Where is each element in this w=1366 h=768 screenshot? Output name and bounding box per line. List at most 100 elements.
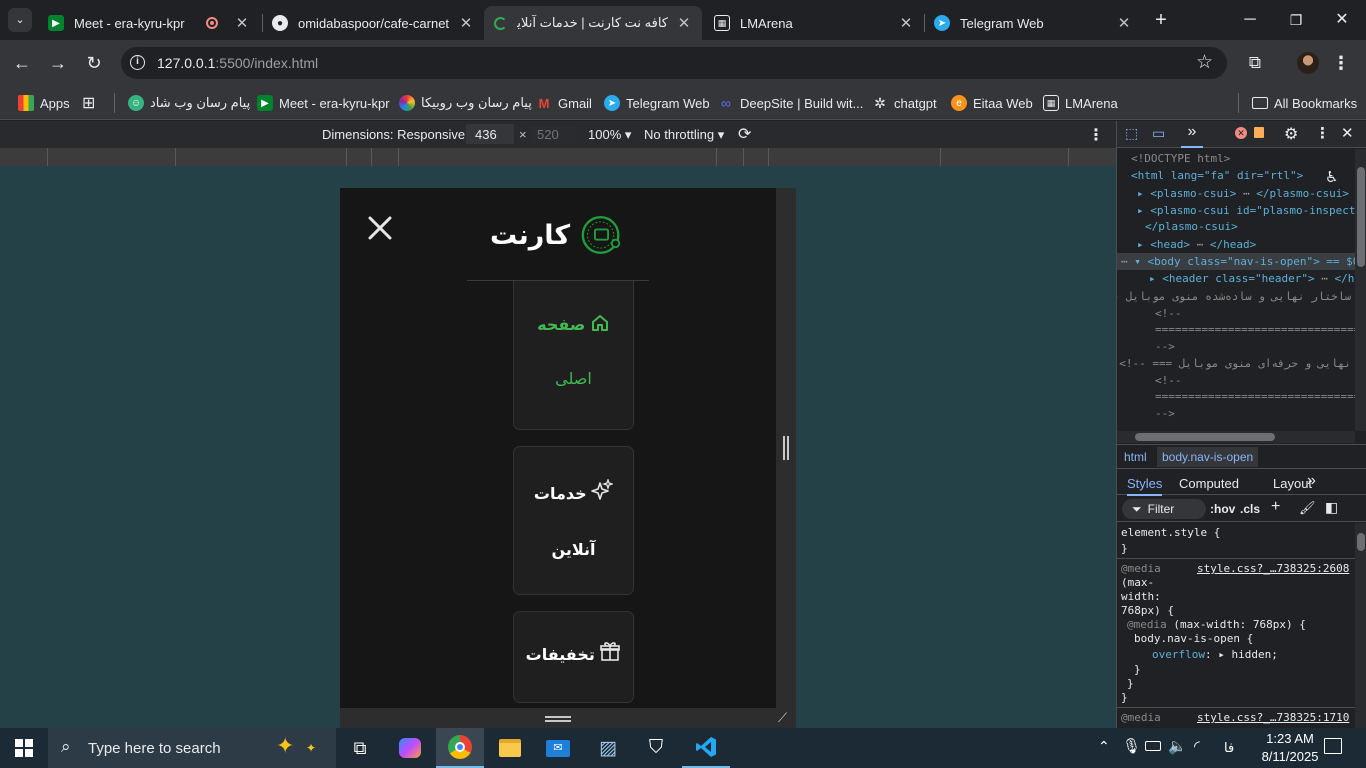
forward-button[interactable]: → (45, 50, 71, 76)
bookmark-meet[interactable]: ▶ Meet - era-kyru-kpr (257, 93, 390, 113)
paint-icon[interactable]: 🖌 (1299, 500, 1316, 516)
clock-date[interactable]: 8/11/2025 (1255, 749, 1325, 764)
bookmark-eitaa[interactable]: e Eitaa Web (951, 93, 1033, 113)
bookmark-telegram[interactable]: ➤ Telegram Web (604, 93, 710, 113)
language-indicator[interactable]: فا (1224, 740, 1234, 756)
css-declaration[interactable]: overflow: ▸ hidden; (1152, 648, 1278, 661)
height-input[interactable]: 520 (530, 124, 576, 144)
close-icon[interactable]: ✕ (458, 14, 474, 32)
apps-shortcut[interactable]: Apps (18, 93, 70, 113)
nav-item-discounts[interactable]: تخفیفات (513, 611, 634, 703)
volume-icon[interactable]: 🔈 (1168, 737, 1187, 755)
address-bar[interactable]: i 127.0.0.1:5500/index.html ☆ (121, 47, 1227, 79)
html-node[interactable]: <html lang="fa" dir="rtl"> (1131, 169, 1303, 182)
doctype-node[interactable]: <!DOCTYPE html> (1131, 152, 1230, 165)
bookmark-gmail[interactable]: M Gmail (536, 93, 592, 113)
reload-button[interactable]: ↻ (81, 50, 107, 76)
tab-search-button[interactable]: ⌄ (8, 8, 32, 32)
settings-gear-icon[interactable]: ⚙ (1284, 124, 1298, 144)
tab-groups-button[interactable]: ⊞ (82, 93, 95, 113)
breadcrumb-body[interactable]: body.nav-is-open (1157, 447, 1259, 467)
device-resize-handle-bottom[interactable]: ⟋ (340, 708, 796, 728)
inspect-icon[interactable]: ⬚ (1125, 125, 1138, 142)
bookmark-deepsite[interactable]: ∞ DeepSite | Build wit... (718, 93, 863, 113)
tab-telegram[interactable]: ➤ Telegram Web ✕ (924, 6, 1142, 40)
bookmark-rubika[interactable]: پیام رسان وب روبیکا (399, 93, 532, 113)
info-icon[interactable]: i (130, 55, 145, 70)
taskbar-search[interactable]: ⌕ Type here to search ✦ ✦ (48, 728, 336, 768)
tab-computed[interactable]: Computed (1179, 476, 1239, 491)
site-logo[interactable]: کارنت (490, 210, 625, 260)
notifications-icon[interactable] (1324, 738, 1342, 754)
hov-toggle[interactable]: :hov (1210, 502, 1235, 516)
warning-icon[interactable] (1254, 127, 1264, 138)
css-selector[interactable]: body.nav-is-open { (1134, 632, 1253, 645)
plasmo-node-1[interactable]: ▸ <plasmo-csui> ⋯ </plasmo-csui> (1137, 187, 1349, 200)
vscode-icon[interactable] (682, 728, 730, 768)
close-icon[interactable]: ✕ (676, 14, 692, 32)
rotate-icon[interactable]: ⟳ (738, 124, 751, 144)
bookmark-lmarena[interactable]: ▦ LMArena (1043, 93, 1118, 113)
dimensions-select[interactable]: Dimensions: Responsive ▾ (322, 127, 475, 143)
copilot-app-icon[interactable] (386, 728, 434, 768)
error-icon[interactable]: ✕ (1235, 127, 1247, 139)
styles-scrollbar[interactable] (1355, 523, 1366, 728)
dom-horizontal-scrollbar[interactable] (1117, 431, 1355, 443)
tab-styles[interactable]: Styles (1127, 476, 1163, 496)
throttling-select[interactable]: No throttling ▾ (644, 127, 724, 143)
mail-icon[interactable]: ✉ (534, 728, 582, 768)
chrome-taskbar-icon[interactable] (436, 728, 484, 768)
dom-vertical-scrollbar[interactable] (1355, 149, 1366, 431)
device-toggle-icon[interactable]: ▭ (1152, 125, 1165, 142)
menu-icon[interactable]: ⋮ (1328, 50, 1354, 76)
add-rule-icon[interactable]: + (1271, 498, 1280, 516)
task-view-button[interactable]: ⧉ (336, 728, 384, 768)
plasmo-node-2[interactable]: ▸ <plasmo-csui id="plasmo-inspecto (1137, 204, 1355, 217)
header-node[interactable]: ▸ <header class="header"> ⋯ </he (1149, 272, 1355, 285)
clock-time[interactable]: 1:23 AM (1255, 731, 1325, 746)
sidebar-toggle-icon[interactable]: ◧ (1325, 499, 1338, 516)
battery-icon[interactable] (1145, 741, 1161, 751)
close-icon[interactable]: ✕ (234, 14, 250, 32)
tab-github[interactable]: ● omidabaspoor/cafe-carnet ✕ (262, 6, 484, 40)
tab-meet[interactable]: ▶ Meet - era-kyru-kpr ✕ (38, 6, 260, 40)
cls-toggle[interactable]: .cls (1240, 502, 1260, 516)
all-bookmarks[interactable]: All Bookmarks (1252, 93, 1357, 113)
photos-icon[interactable]: ▨ (584, 728, 632, 768)
security-shield-icon[interactable]: ⛉ (632, 728, 680, 768)
window-close-button[interactable]: ✕ (1320, 6, 1364, 34)
devtools-close-icon[interactable]: ✕ (1341, 124, 1354, 142)
microphone-icon[interactable]: 🎙 (1122, 737, 1141, 755)
breadcrumb-html[interactable]: html (1124, 450, 1147, 464)
bookmark-shad[interactable]: ☺ پیام رسان وب شاد (128, 93, 250, 113)
back-button[interactable]: ← (9, 50, 35, 76)
network-icon[interactable]: ◜ (1194, 737, 1200, 755)
bookmark-chatgpt[interactable]: ✲ chatgpt (872, 93, 937, 113)
extensions-icon[interactable]: ⧉ (1242, 50, 1268, 76)
resize-corner-icon[interactable]: ⟋ (778, 710, 787, 726)
more-tabs-icon[interactable]: » (1307, 472, 1316, 490)
nav-item-online-services[interactable]: خدمات آنلاین (513, 446, 634, 595)
width-input[interactable]: 436 (466, 124, 514, 144)
close-menu-button[interactable] (366, 214, 394, 242)
style-source-link[interactable]: style.css?_…738325:1710 (1197, 711, 1349, 724)
new-tab-button[interactable]: + (1148, 8, 1174, 32)
style-source-link[interactable]: style.css?_…738325:2608 (1197, 562, 1349, 575)
file-explorer-icon[interactable] (486, 728, 534, 768)
windows-start-button[interactable] (0, 728, 48, 768)
more-panels-icon[interactable]: » (1181, 123, 1203, 148)
bookmark-star-icon[interactable]: ☆ (1196, 51, 1213, 74)
zoom-select[interactable]: 100% ▾ (588, 127, 631, 143)
head-node[interactable]: ▸ <head> ⋯ </head> (1137, 238, 1256, 251)
devtools-menu-icon[interactable]: ⋮ (1315, 124, 1330, 142)
nav-item-home[interactable]: صفحه اصلی (513, 281, 634, 430)
restore-button[interactable]: ❐ (1274, 6, 1318, 34)
avatar[interactable] (1297, 52, 1319, 74)
tab-lmarena[interactable]: ▦ LMArena ✕ (704, 6, 924, 40)
accessibility-icon[interactable]: ♿ (1325, 168, 1338, 186)
minimize-button[interactable]: ─ (1228, 6, 1272, 34)
element-style-rule[interactable]: element.style { (1121, 526, 1220, 539)
close-icon[interactable]: ✕ (898, 14, 914, 32)
device-resize-handle-right[interactable] (776, 188, 796, 708)
tab-cafe-carnet[interactable]: کافه نت کارنت | خدمات آنلاین ✕ (484, 6, 702, 40)
